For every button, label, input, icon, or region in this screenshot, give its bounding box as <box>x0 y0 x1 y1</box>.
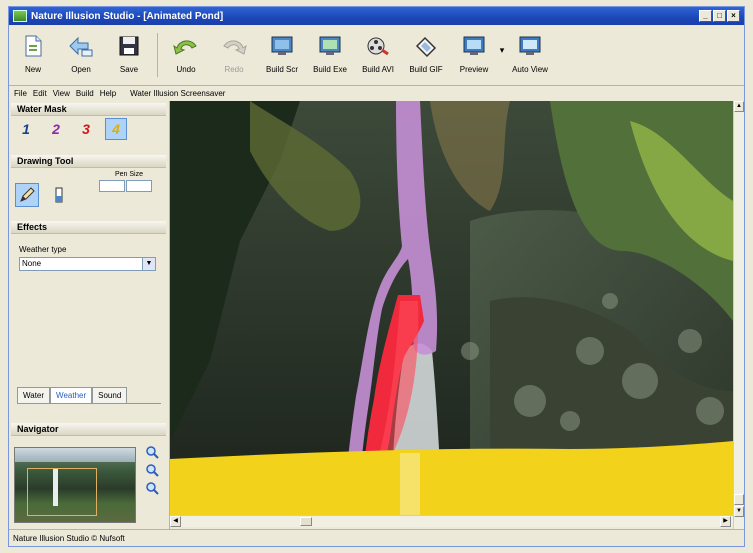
pen-size-label: Pen Size <box>114 171 144 178</box>
save-label: Save <box>119 65 139 74</box>
horizontal-scroll-thumb[interactable] <box>300 517 312 526</box>
horizontal-scrollbar[interactable]: ◀ ▶ <box>170 515 733 527</box>
mask-4-button[interactable]: 4 <box>105 118 127 140</box>
app-icon <box>13 10 27 22</box>
preview-button[interactable]: Preview <box>450 27 498 83</box>
scroll-down-arrow-icon[interactable]: ▼ <box>734 506 744 517</box>
tab-weather[interactable]: Weather <box>50 387 93 403</box>
scroll-right-arrow-icon[interactable]: ▶ <box>720 516 731 527</box>
water-mask-selector: 1 2 3 4 <box>15 118 127 140</box>
new-button[interactable]: New <box>9 27 57 83</box>
thumbnail-sky <box>15 448 135 462</box>
open-label: Open <box>71 65 91 74</box>
image-canvas[interactable] <box>170 101 733 515</box>
weather-type-label: Weather type <box>19 245 67 254</box>
auto-view-monitor-icon <box>516 33 544 59</box>
weather-type-value: None <box>22 259 42 268</box>
effects-header: Effects <box>11 221 166 234</box>
eraser-tool-button[interactable] <box>47 183 71 207</box>
screensaver-title: Water Illusion Screensaver <box>130 89 226 98</box>
pen-size-input-1[interactable] <box>99 180 125 192</box>
mask-2-button[interactable]: 2 <box>45 118 67 140</box>
scroll-left-arrow-icon[interactable]: ◀ <box>170 516 181 527</box>
title-bar[interactable]: Nature Illusion Studio - [Animated Pond]… <box>9 7 744 25</box>
status-bar: Nature Illusion Studio © Nufsoft <box>9 529 744 546</box>
redo-button[interactable]: Redo <box>210 27 258 83</box>
build-scr-button[interactable]: Build Scr <box>258 27 306 83</box>
main-toolbar: New Open Save Undo Redo Build Scr Build … <box>9 27 744 86</box>
new-document-icon <box>19 33 47 59</box>
undo-label: Undo <box>176 65 196 74</box>
tab-sound[interactable]: Sound <box>92 387 128 403</box>
menu-help[interactable]: Help <box>100 89 116 98</box>
mask-3-button[interactable]: 3 <box>75 118 97 140</box>
navigator-viewport-rect[interactable] <box>27 468 97 516</box>
maximize-button[interactable]: □ <box>713 10 726 22</box>
menu-build[interactable]: Build <box>76 89 94 98</box>
monitor-exe-icon <box>316 33 344 59</box>
window-title: Nature Illusion Studio - [Animated Pond] <box>31 10 224 22</box>
zoom-in-icon[interactable] <box>145 445 159 459</box>
vertical-scrollbar[interactable]: ▲ ▼ <box>733 101 744 529</box>
menu-bar: File Edit View Build Help Water Illusion… <box>9 87 744 100</box>
build-scr-label: Build Scr <box>265 65 298 74</box>
toolbar-separator <box>157 33 158 77</box>
film-reel-icon <box>364 33 392 59</box>
pen-tool-button[interactable] <box>15 183 39 207</box>
left-panel: Water Mask 1 2 3 4 Drawing Tool Pen Size… <box>9 101 170 529</box>
zoom-out-icon[interactable] <box>145 463 159 477</box>
redo-label: Redo <box>224 65 244 74</box>
preview-monitor-icon <box>460 33 488 59</box>
save-button[interactable]: Save <box>105 27 153 83</box>
mask-1-button[interactable]: 1 <box>15 118 37 140</box>
effects-tabs: Water Weather Sound <box>17 387 128 403</box>
drawing-tool-header: Drawing Tool <box>11 155 166 168</box>
waterfall-photo <box>170 101 733 515</box>
scroll-thumb[interactable] <box>734 494 744 505</box>
menu-file[interactable]: File <box>14 89 27 98</box>
undo-arrow-icon <box>172 33 200 59</box>
dropdown-arrow-icon[interactable]: ▼ <box>142 258 155 270</box>
navigator-header: Navigator <box>11 423 166 436</box>
build-gif-button[interactable]: Build GIF <box>402 27 450 83</box>
menu-edit[interactable]: Edit <box>33 89 47 98</box>
auto-view-label: Auto View <box>512 65 548 74</box>
auto-view-button[interactable]: Auto View <box>506 27 554 83</box>
redo-arrow-icon <box>220 33 248 59</box>
tab-water[interactable]: Water <box>17 387 51 403</box>
undo-button[interactable]: Undo <box>162 27 210 83</box>
navigator-thumbnail[interactable] <box>14 447 136 523</box>
zoom-fit-icon[interactable] <box>145 481 159 495</box>
monitor-icon <box>268 33 296 59</box>
floppy-disk-icon <box>115 33 143 59</box>
zoom-controls <box>145 445 159 495</box>
pen-size-input-2[interactable] <box>126 180 152 192</box>
gif-image-icon <box>412 33 440 59</box>
new-label: New <box>24 65 41 74</box>
water-mask-header: Water Mask <box>11 103 166 116</box>
eraser-icon <box>55 187 63 203</box>
build-gif-label: Build GIF <box>409 65 443 74</box>
pen-size-control: Pen Size <box>99 171 159 192</box>
build-exe-label: Build Exe <box>313 65 347 74</box>
minimize-button[interactable]: _ <box>699 10 712 22</box>
build-exe-button[interactable]: Build Exe <box>306 27 354 83</box>
preview-dropdown-arrow[interactable]: ▾ <box>498 45 506 56</box>
menu-view[interactable]: View <box>53 89 70 98</box>
build-avi-label: Build AVI <box>362 65 394 74</box>
weather-type-select[interactable]: None ▼ <box>19 257 156 271</box>
pen-icon <box>20 187 35 202</box>
scroll-up-arrow-icon[interactable]: ▲ <box>734 101 744 112</box>
close-button[interactable]: × <box>727 10 740 22</box>
preview-label: Preview <box>459 65 489 74</box>
open-button[interactable]: Open <box>57 27 105 83</box>
open-folder-icon <box>67 33 95 59</box>
build-avi-button[interactable]: Build AVI <box>354 27 402 83</box>
app-window: Nature Illusion Studio - [Animated Pond]… <box>8 6 745 547</box>
tab-divider <box>17 403 161 404</box>
